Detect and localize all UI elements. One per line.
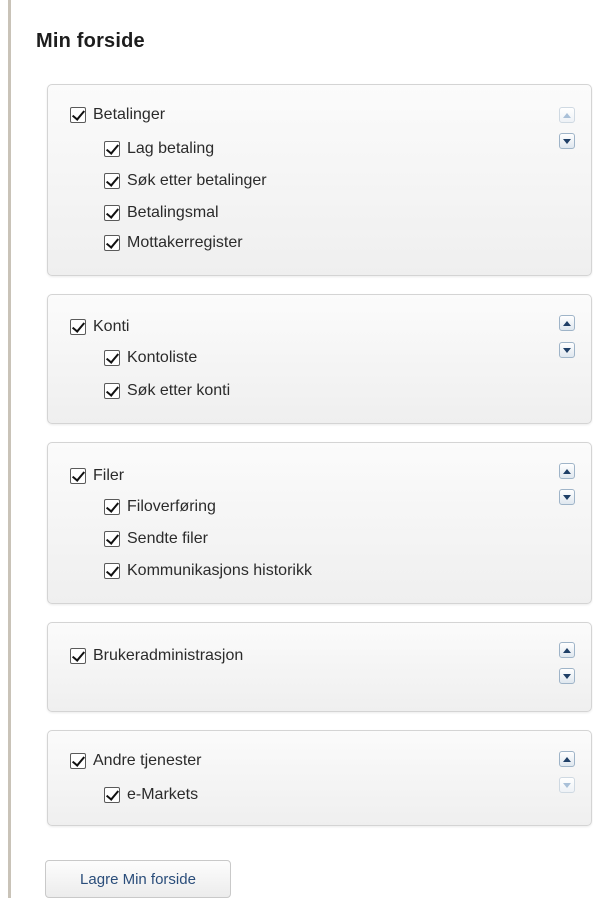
checkbox[interactable] xyxy=(104,141,120,157)
arrow-up-icon xyxy=(563,320,571,326)
arrow-down-icon xyxy=(563,494,571,500)
move-up-button[interactable] xyxy=(559,751,575,767)
item-checkbox-row[interactable]: Søk etter konti xyxy=(104,379,230,403)
checkbox[interactable] xyxy=(104,173,120,189)
section-panel-andre-tjenester: Andre tjenester e-Markets xyxy=(47,730,592,826)
move-up-button[interactable] xyxy=(559,463,575,479)
save-button[interactable]: Lagre Min forside xyxy=(45,860,231,898)
section-panel-filer: Filer Filoverføring Sendte filer Kommuni… xyxy=(47,442,592,604)
item-label: Kontoliste xyxy=(127,349,198,366)
section-label: Filer xyxy=(93,467,125,484)
item-checkbox-row[interactable]: Kommunikasjons historikk xyxy=(104,559,312,583)
move-up-button[interactable] xyxy=(559,315,575,331)
item-checkbox-row[interactable]: Filoverføring xyxy=(104,495,216,519)
move-down-button[interactable] xyxy=(559,133,575,149)
item-checkbox-row[interactable]: Søk etter betalinger xyxy=(104,169,267,193)
item-checkbox-row[interactable]: Kontoliste xyxy=(104,346,197,370)
checkbox[interactable] xyxy=(70,753,86,769)
item-label: Søk etter betalinger xyxy=(127,172,267,189)
section-label: Betalinger xyxy=(93,106,166,123)
section-label: Andre tjenester xyxy=(93,752,202,769)
left-border-rule xyxy=(8,0,11,898)
section-checkbox-row[interactable]: Konti xyxy=(70,315,129,339)
checkbox[interactable] xyxy=(104,787,120,803)
checkbox[interactable] xyxy=(104,499,120,515)
checkbox[interactable] xyxy=(70,468,86,484)
item-label: Betalingsmal xyxy=(127,204,219,221)
checkbox[interactable] xyxy=(104,531,120,547)
checkbox[interactable] xyxy=(104,205,120,221)
section-panel-brukeradministrasjon: Brukeradministrasjon xyxy=(47,622,592,712)
item-checkbox-row[interactable]: Mottakerregister xyxy=(104,231,243,255)
move-down-button[interactable] xyxy=(559,489,575,505)
move-down-button[interactable] xyxy=(559,342,575,358)
arrow-up-icon xyxy=(563,112,571,118)
item-label: Mottakerregister xyxy=(127,234,243,251)
page-title: Min forside xyxy=(36,30,145,52)
section-checkbox-row[interactable]: Filer xyxy=(70,464,124,488)
arrow-down-icon xyxy=(563,673,571,679)
checkbox[interactable] xyxy=(70,319,86,335)
item-checkbox-row[interactable]: Betalingsmal xyxy=(104,201,219,225)
item-label: Lag betaling xyxy=(127,140,215,157)
section-panel-betalinger: Betalinger Lag betaling Søk etter betali… xyxy=(47,84,592,276)
section-checkbox-row[interactable]: Andre tjenester xyxy=(70,749,202,773)
checkbox[interactable] xyxy=(104,350,120,366)
item-label: Sendte filer xyxy=(127,530,208,547)
arrow-up-icon xyxy=(563,468,571,474)
arrow-up-icon xyxy=(563,756,571,762)
checkbox[interactable] xyxy=(70,648,86,664)
arrow-down-icon xyxy=(563,347,571,353)
item-checkbox-row[interactable]: e-Markets xyxy=(104,783,198,807)
section-label: Brukeradministrasjon xyxy=(93,647,244,664)
arrow-down-icon xyxy=(563,138,571,144)
move-up-button xyxy=(559,107,575,123)
checkbox[interactable] xyxy=(104,235,120,251)
checkbox[interactable] xyxy=(104,383,120,399)
item-checkbox-row[interactable]: Lag betaling xyxy=(104,137,214,161)
checkbox[interactable] xyxy=(104,563,120,579)
section-checkbox-row[interactable]: Brukeradministrasjon xyxy=(70,644,243,668)
move-down-button[interactable] xyxy=(559,668,575,684)
item-label: Filoverføring xyxy=(127,498,216,515)
item-label: e-Markets xyxy=(127,786,199,803)
item-checkbox-row[interactable]: Sendte filer xyxy=(104,527,208,551)
checkbox[interactable] xyxy=(70,107,86,123)
section-checkbox-row[interactable]: Betalinger xyxy=(70,103,165,127)
arrow-up-icon xyxy=(563,647,571,653)
section-label: Konti xyxy=(93,318,130,335)
arrow-down-icon xyxy=(563,782,571,788)
move-up-button[interactable] xyxy=(559,642,575,658)
item-label: Søk etter konti xyxy=(127,382,231,399)
section-panel-konti: Konti Kontoliste Søk etter konti xyxy=(47,294,592,424)
move-down-button xyxy=(559,777,575,793)
item-label: Kommunikasjons historikk xyxy=(127,562,312,579)
